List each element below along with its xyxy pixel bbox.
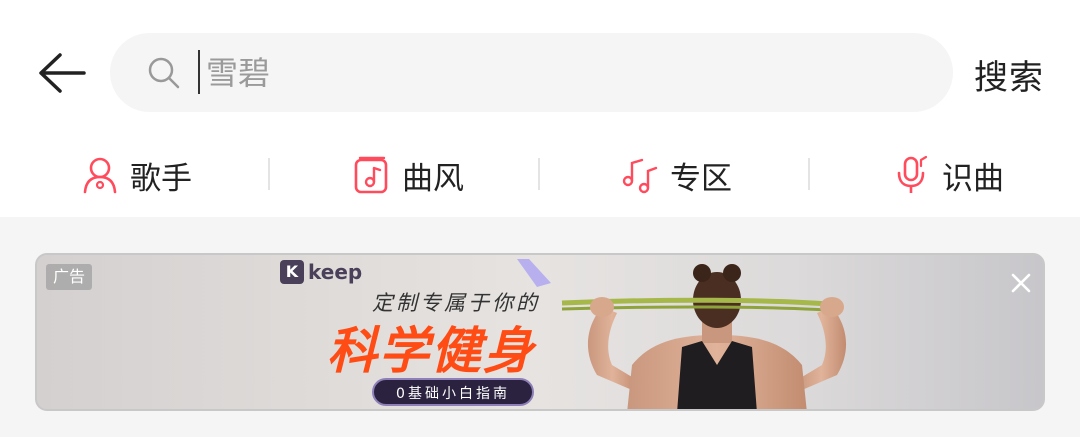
back-arrow-icon[interactable] [36,50,88,96]
divider [268,158,270,190]
search-box[interactable] [110,33,953,112]
category-genre[interactable]: 曲风 [352,150,464,200]
ad-banner[interactable]: 广告 K keep 定制专属于你的 科学健身 0基础小白指南 [35,253,1045,411]
music-notes-icon [622,158,658,194]
category-singer[interactable]: 歌手 [80,150,192,200]
singer-icon [83,157,117,194]
category-label: 曲风 [402,160,464,197]
category-label: 专区 [670,160,732,197]
search-input[interactable] [206,45,926,101]
category-label: 歌手 [130,160,192,197]
ad-cta-button[interactable]: 0基础小白指南 [372,378,534,406]
top-bar: 搜索 [0,0,1080,140]
category-label: 识曲 [942,160,1004,197]
category-zone[interactable]: 专区 [620,150,732,200]
divider [538,158,540,190]
decorative-shape [517,259,551,287]
keep-logo-mark: K [280,260,304,284]
divider [808,158,810,190]
category-bar: 歌手 曲风 专区 识曲 [0,140,1080,217]
text-caret [198,50,200,94]
ad-badge: 广告 [46,264,92,290]
close-icon[interactable] [1007,269,1035,297]
search-icon [148,57,180,89]
microphone-icon [897,155,928,193]
search-button[interactable]: 搜索 [974,50,1044,99]
brand-name: keep [308,260,363,284]
music-note-icon [354,156,388,194]
keep-logo: K keep [280,260,362,284]
ad-headline: 科学健身 [327,322,535,380]
category-identify[interactable]: 识曲 [892,150,1004,200]
fitness-model-image [561,264,847,409]
